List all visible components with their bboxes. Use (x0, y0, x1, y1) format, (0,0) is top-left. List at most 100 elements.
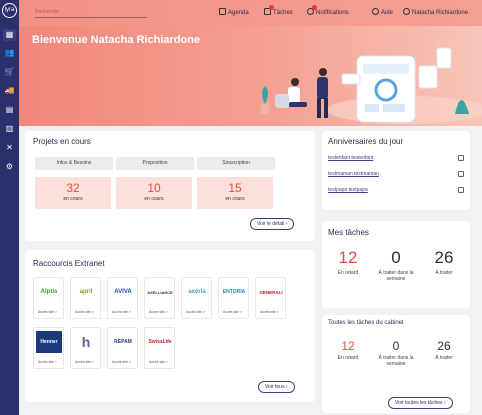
henner-logo: Henner (36, 331, 62, 353)
voir-toutes-taches-button[interactable]: Voir toutes les tâches › (388, 397, 453, 409)
acces-site-link[interactable]: Accès site > (75, 360, 94, 364)
birthday-item[interactable]: testenfant testenfant (328, 154, 464, 163)
task-value: 12 (341, 339, 355, 353)
user-name: Natacha Richiardone (412, 10, 469, 16)
cart-icon[interactable]: 🛒 (3, 66, 16, 78)
alptis-logo: Alptis (40, 289, 58, 295)
hero-illustration (261, 47, 482, 124)
task-value: 26 (437, 339, 451, 353)
cabinet-task-a-traiter[interactable]: 26 À traiter (426, 339, 462, 361)
sidebar: lyra ▦ 👥 🛒 🚚 ▤ ▥ ✕ ⚙ (0, 0, 19, 415)
birthday-name: testmaman testmaman (328, 171, 379, 177)
truck-icon[interactable]: 🚚 (3, 85, 16, 97)
nav-agenda[interactable]: Agenda (219, 7, 249, 19)
tools-icon[interactable]: ✕ (3, 142, 16, 154)
task-en-retard[interactable]: 12 En retard (330, 248, 366, 276)
dashboard-icon[interactable]: ▦ (3, 29, 16, 41)
voir-tous-button[interactable]: Voir tous › (258, 381, 295, 393)
extranet-tile-swisslife[interactable]: SwissLife Accès site > (144, 327, 175, 369)
extranet-tile-axelliance[interactable]: AXELLIANCE Accès site > (144, 277, 175, 319)
acces-site-link[interactable]: Accès site > (223, 310, 242, 314)
task-value: 0 (392, 339, 400, 353)
extranet-tile-generali[interactable]: GENERALI Accès site > (255, 277, 286, 319)
birthday-name: testpapa testpapa (328, 187, 368, 193)
extranet-tile-april[interactable]: april Accès site > (70, 277, 101, 319)
cabinet-task-en-retard[interactable]: 12 En retard (330, 339, 366, 361)
extranet-tile-henner[interactable]: Henner Accès site > (33, 327, 64, 369)
user-menu[interactable]: Natacha Richiardone (403, 7, 468, 19)
voir-tous-label: Voir tous (265, 384, 285, 390)
notifications-badge (312, 5, 317, 10)
projets-step-proposition[interactable]: Proposition (116, 157, 194, 170)
acces-site-link[interactable]: Accès site > (186, 310, 205, 314)
acces-site-link[interactable]: Accès site > (38, 360, 57, 364)
task-label: En retard (337, 270, 359, 276)
app-logo[interactable]: lyra (2, 3, 17, 18)
task-value: 26 (434, 248, 454, 267)
cabinet-task-semaine[interactable]: 0 À traiter dans la semaine (374, 339, 418, 367)
mes-taches-title: Mes tâches (328, 228, 369, 237)
voir-detail-button[interactable]: Voir le détail › (250, 218, 295, 230)
projets-proposition-count: 10 (147, 181, 161, 195)
calendar-icon (219, 8, 226, 15)
help-icon (372, 8, 379, 15)
acces-site-link[interactable]: Accès site > (149, 360, 168, 364)
projets-infos-box[interactable]: 32 en cours (35, 177, 111, 209)
gift-icon[interactable] (458, 155, 464, 161)
task-label: À traiter (435, 270, 453, 276)
raccourcis-title: Raccourcis Extranet (33, 259, 105, 268)
projets-step-infos[interactable]: Infos & Besoins (35, 157, 113, 170)
projets-infos-count: 32 (66, 181, 80, 195)
gear-icon[interactable]: ⚙ (3, 161, 16, 173)
generali-logo: GENERALI (259, 289, 283, 295)
task-value: 0 (391, 248, 401, 267)
nav-taches-label: Tâches (273, 10, 293, 16)
power-icon (403, 8, 410, 15)
welcome-banner: Bienvenue Natacha Richiardone (19, 26, 482, 126)
axelliance-logo: AXELLIANCE (147, 289, 173, 295)
contacts-icon[interactable]: 👥 (3, 47, 16, 59)
projets-souscription-box[interactable]: 15 en cours (197, 177, 273, 209)
nav-notifications[interactable]: Notifications (307, 5, 349, 19)
extranet-tile-repam[interactable]: REPAM Accès site > (107, 327, 138, 369)
nav-taches[interactable]: Tâches (264, 5, 293, 19)
nav-aide-label: Aide (381, 10, 394, 16)
extranet-tile-aviva[interactable]: AVIVA Accès site > (107, 277, 138, 319)
acces-site-link[interactable]: Accès site > (38, 310, 57, 314)
chevron-right-icon: › (443, 400, 446, 406)
extranet-tile-axeria[interactable]: axéria Accès site > (181, 277, 212, 319)
birthday-item[interactable]: testpapa testpapa (328, 186, 464, 195)
entoria-logo: ENTORIA (222, 289, 246, 295)
extranet-tile-alptis[interactable]: Alptis Accès site > (33, 277, 64, 319)
axeria-logo: axéria (188, 289, 206, 295)
search-input[interactable]: Recherche (35, 8, 147, 18)
projets-proposition-box[interactable]: 10 en cours (116, 177, 192, 209)
extranet-tile-h[interactable]: h Accès site > (70, 327, 101, 369)
extranet-tile-entoria[interactable]: ENTORIA Accès site > (218, 277, 249, 319)
anniversaires-title: Anniversaires du jour (328, 137, 404, 146)
calendar-icon[interactable]: ▥ (3, 123, 16, 135)
april-logo: april (79, 289, 93, 295)
gift-icon[interactable] (458, 171, 464, 177)
task-semaine[interactable]: 0 À traiter dans la semaine (374, 248, 418, 282)
task-label: En retard (337, 355, 359, 361)
tasks-badge (269, 5, 274, 10)
projets-proposition-sub: en cours (144, 196, 164, 202)
acces-site-link[interactable]: Accès site > (112, 360, 131, 364)
swisslife-logo: SwissLife (148, 339, 172, 345)
birthday-item[interactable]: testmaman testmaman (328, 170, 464, 179)
welcome-title: Bienvenue Natacha Richiardone (32, 34, 201, 46)
task-a-traiter[interactable]: 26 À traiter (426, 248, 462, 276)
projets-step-souscription[interactable]: Souscription (197, 157, 275, 170)
acces-site-link[interactable]: Accès site > (260, 310, 279, 314)
acces-site-link[interactable]: Accès site > (149, 310, 168, 314)
projets-souscription-sub: en cours (225, 196, 245, 202)
nav-aide[interactable]: Aide (372, 7, 393, 19)
acces-site-link[interactable]: Accès site > (75, 310, 94, 314)
acces-site-link[interactable]: Accès site > (112, 310, 131, 314)
document-icon[interactable]: ▤ (3, 104, 16, 116)
h-logo: h (81, 334, 91, 350)
chevron-right-icon: › (285, 221, 288, 227)
raccourcis-card: Raccourcis Extranet Alptis Accès site > … (25, 250, 315, 402)
gift-icon[interactable] (458, 187, 464, 193)
